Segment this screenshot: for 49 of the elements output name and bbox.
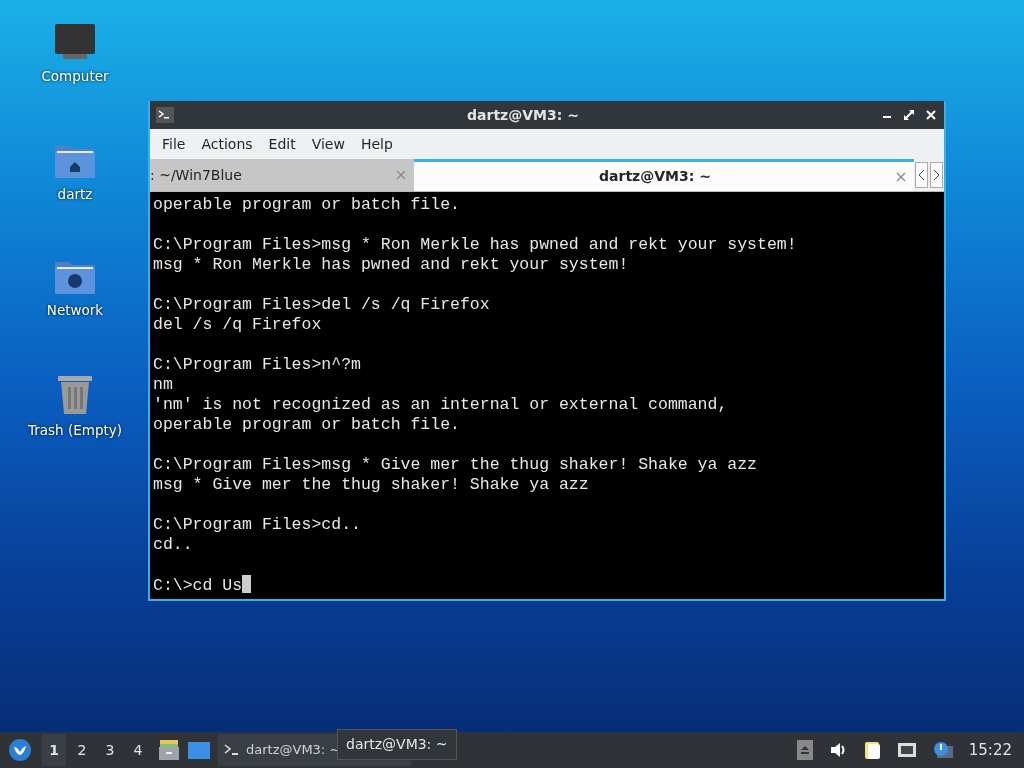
menu-item[interactable]: View [303, 131, 353, 157]
terminal-line: cd.. [153, 535, 193, 554]
terminal-line: nm [153, 375, 173, 394]
maximize-icon[interactable] [902, 108, 916, 122]
eject-icon[interactable] [796, 740, 813, 760]
close-icon[interactable] [924, 108, 938, 122]
workspace-button[interactable]: 2 [70, 734, 94, 766]
menu-item[interactable]: Help [352, 131, 401, 157]
start-menu-icon[interactable] [8, 738, 32, 762]
terminal-line: operable program or batch file. [153, 195, 460, 214]
notification-icon[interactable] [932, 740, 953, 760]
menu-item[interactable]: File [154, 131, 194, 157]
terminal-line: C:\Program Files>cd.. [153, 515, 361, 534]
terminal-icon [156, 107, 174, 123]
terminal-line: C:\>cd Us [153, 576, 243, 595]
clipboard-icon[interactable] [862, 740, 881, 760]
computer-icon[interactable] [53, 22, 97, 62]
workspace-button[interactable]: 1 [42, 734, 66, 766]
terminal-line: operable program or batch file. [153, 415, 460, 434]
workspace-button[interactable]: 4 [126, 734, 150, 766]
tab[interactable]: dartz@VM3: ~ [414, 159, 914, 191]
scroll-right-button[interactable] [930, 162, 943, 188]
terminal-icon [224, 744, 240, 756]
menu-item[interactable]: Edit [260, 131, 304, 157]
chevron-right-icon [933, 169, 940, 181]
terminal-line: C:\Program Files>msg * Give mer the thug shaker! Shake ya azz [153, 455, 757, 474]
clock[interactable]: 15:22 [962, 738, 1020, 762]
desktop-icon-label[interactable]: dartz [57, 184, 93, 205]
workspace-button[interactable]: 3 [98, 734, 122, 766]
desktop-icon-label[interactable]: Network [46, 300, 104, 321]
terminal-line: C:\Program Files>msg * Ron Merkle has pwned and rekt your system! [153, 235, 797, 254]
scroll-left-button[interactable] [915, 162, 928, 188]
terminal-line: C:\Program Files>n^?m [153, 355, 361, 374]
terminal-line: 'nm' is not recognized as an internal or external command, [153, 395, 728, 414]
terminal-line: C:\Program Files>del /s /q Firefox [153, 295, 490, 314]
terminal-line: msg * Give mer the thug shaker! Shake ya azz [153, 475, 589, 494]
file-cabinet-icon[interactable] [158, 740, 180, 760]
chevron-left-icon [918, 169, 925, 181]
text-cursor [242, 575, 252, 593]
network-icon[interactable] [896, 740, 917, 760]
terminal-line: msg * Ron Merkle has pwned and rekt your system! [153, 255, 629, 274]
folder-icon[interactable] [188, 741, 210, 759]
volume-icon[interactable] [828, 740, 847, 760]
menu-item[interactable]: Actions [193, 131, 261, 157]
terminal-line: del /s /q Firefox [153, 315, 322, 334]
tooltip: dartz@VM3: ~ [337, 729, 457, 760]
window-title: dartz@VM3: ~ [466, 105, 580, 125]
desktop-icon-label[interactable]: Trash (Empty) [27, 420, 122, 441]
tab[interactable]: : ~/Win7Blue [150, 159, 414, 191]
